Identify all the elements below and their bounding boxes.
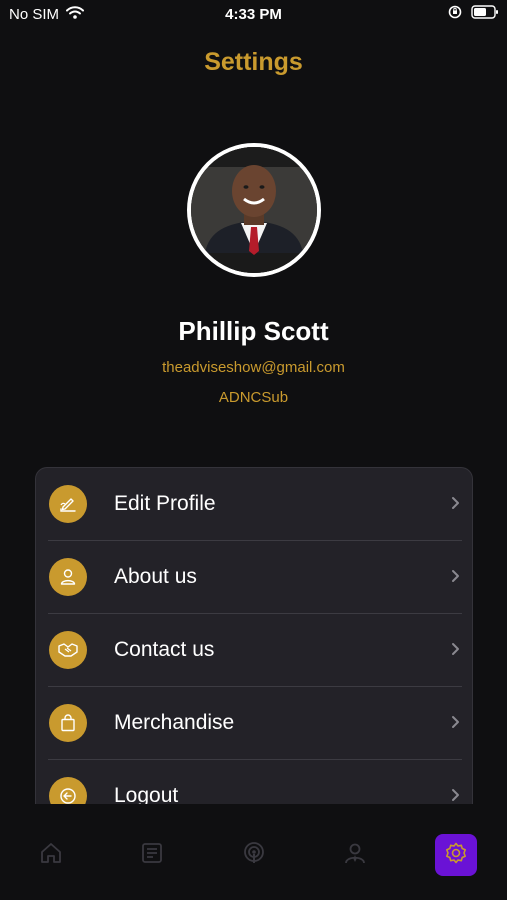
menu-label-edit-profile: Edit Profile: [114, 492, 216, 515]
podcast-icon: [242, 841, 266, 870]
tab-podcast[interactable]: [233, 834, 275, 876]
advisor-icon: [343, 841, 367, 870]
tab-settings[interactable]: [435, 834, 477, 876]
orientation-lock-icon: [448, 5, 462, 24]
status-bar: No SIM 4:33 PM: [0, 0, 507, 30]
chevron-right-icon: [451, 715, 460, 734]
menu-item-about-us[interactable]: About us: [36, 541, 472, 614]
chevron-right-icon: [451, 788, 460, 804]
profile-email: theadviseshow@gmail.com: [162, 359, 345, 376]
menu-item-logout[interactable]: Logout: [36, 760, 472, 804]
menu-label-about-us: About us: [114, 565, 197, 588]
edit-profile-icon: [49, 485, 87, 523]
battery-icon: [471, 5, 499, 24]
logout-icon: [49, 777, 87, 804]
gear-icon: [444, 841, 468, 870]
chevron-right-icon: [451, 642, 460, 661]
status-right: [448, 5, 499, 24]
profile-role: ADNCSub: [218, 389, 289, 406]
news-icon: [140, 841, 164, 870]
menu-item-merchandise[interactable]: Merchandise: [36, 687, 472, 760]
settings-menu: Edit Profile About us Contact us Merchan…: [35, 467, 473, 804]
menu-label-contact-us: Contact us: [114, 638, 215, 661]
avatar: [187, 143, 321, 277]
chevron-right-icon: [451, 569, 460, 588]
tab-home[interactable]: [30, 834, 72, 876]
handshake-icon: [49, 631, 87, 669]
tab-news[interactable]: [131, 834, 173, 876]
chevron-right-icon: [451, 496, 460, 515]
menu-item-edit-profile[interactable]: Edit Profile: [36, 468, 472, 541]
shopping-bag-icon: [49, 704, 87, 742]
tab-bar: [0, 804, 507, 900]
menu-label-merchandise: Merchandise: [114, 711, 235, 734]
status-time: 4:33 PM: [225, 6, 282, 23]
tab-advisor[interactable]: [334, 834, 376, 876]
person-icon: [49, 558, 87, 596]
page-title: Settings: [204, 48, 303, 76]
profile-name: Phillip Scott: [178, 316, 329, 346]
menu-item-contact-us[interactable]: Contact us: [36, 614, 472, 687]
menu-label-logout: Logout: [114, 784, 179, 804]
home-icon: [39, 841, 63, 870]
